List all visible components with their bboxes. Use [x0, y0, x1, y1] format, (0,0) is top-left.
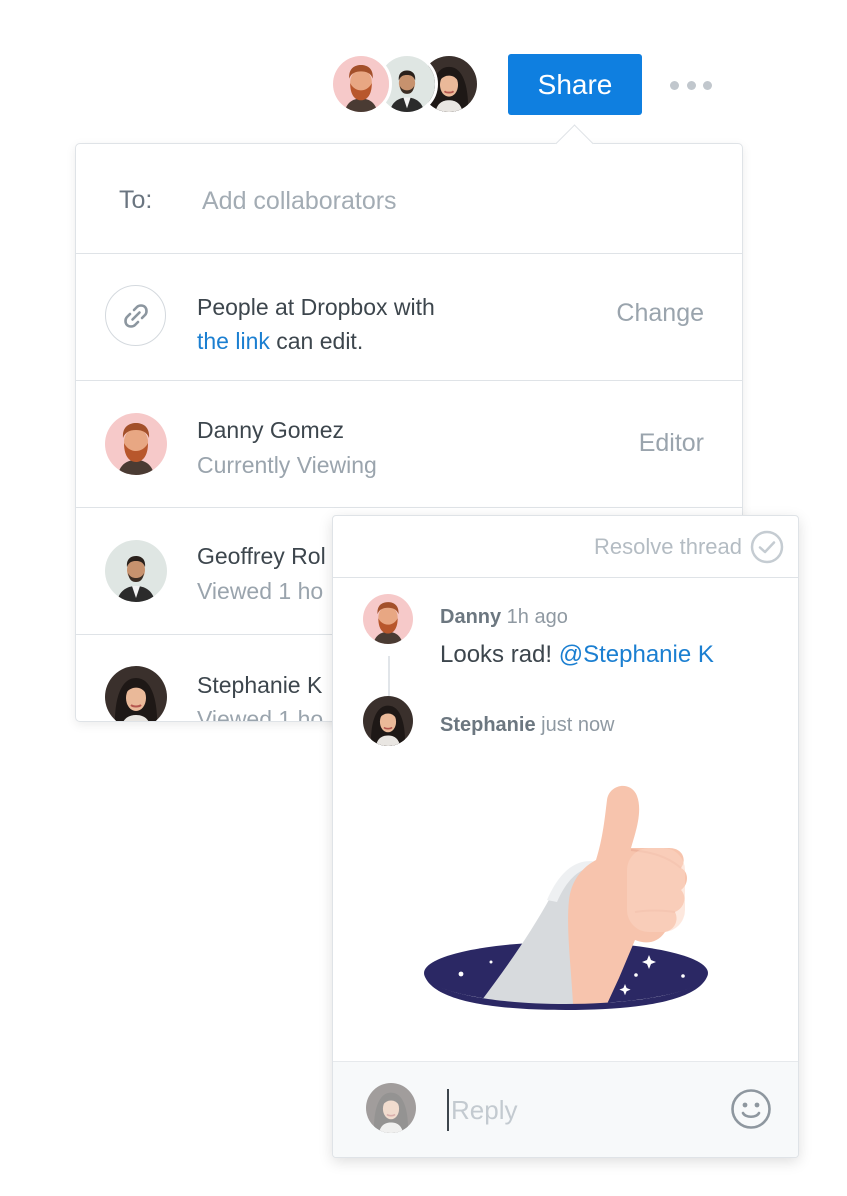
thread-connector [388, 656, 390, 696]
reply-bar [333, 1061, 798, 1157]
resolve-thread-label: Resolve thread [594, 534, 742, 559]
person-name: Danny Gomez [197, 417, 345, 443]
link-permission-row: People at Dropbox with the link can edit… [76, 254, 742, 381]
comment-body: Looks rad! [440, 641, 559, 668]
comment-time: just now [535, 714, 615, 736]
person-name: Stephanie K [197, 672, 323, 698]
link-permission-text: People at Dropbox with the link can edit… [197, 290, 435, 358]
person-row-danny: Danny Gomez Currently Viewing Editor [76, 381, 742, 508]
to-label: To: [119, 186, 153, 214]
collaborator-avatars[interactable] [330, 53, 480, 115]
smiley-icon[interactable] [730, 1088, 772, 1130]
comment-text: Looks rad! @Stephanie K [440, 641, 714, 669]
role-dropdown[interactable]: Editor [639, 429, 704, 458]
danny-avatar[interactable] [330, 53, 392, 115]
avatar [363, 696, 413, 746]
comment-thread-panel: Resolve thread Danny 1h ago Looks rad! @… [332, 515, 799, 1158]
person-status: Currently Viewing [197, 452, 377, 478]
avatar [105, 540, 167, 602]
resolve-thread-button[interactable]: Resolve thread [594, 530, 784, 564]
more-horizontal-icon[interactable] [668, 70, 714, 100]
comment-author: Stephanie [440, 714, 536, 736]
avatar [366, 1083, 416, 1133]
comment-time: 1h ago [501, 606, 568, 628]
to-row: To: [76, 144, 742, 254]
link-text-before: People at Dropbox with [197, 294, 435, 320]
comment-meta: Stephanie just now [440, 714, 615, 737]
reply-input[interactable] [447, 1089, 713, 1131]
person-status: Viewed 1 ho [197, 706, 324, 722]
the-link[interactable]: the link [197, 328, 270, 354]
link-icon [105, 285, 166, 346]
avatar [363, 594, 413, 644]
comment-author: Danny [440, 606, 502, 628]
link-text-after: can edit. [269, 328, 364, 354]
avatar [105, 666, 167, 722]
person-status: Viewed 1 ho [197, 578, 324, 604]
thumbs-up-illustration [424, 785, 708, 1010]
avatar [105, 413, 167, 475]
add-collaborators-input[interactable] [200, 180, 704, 222]
person-name: Geoffrey Rol [197, 543, 326, 569]
mention-link[interactable]: @Stephanie K [559, 641, 714, 668]
check-circle-icon [750, 530, 784, 564]
comment-header: Resolve thread [333, 516, 798, 578]
comment-meta: Danny 1h ago [440, 606, 568, 629]
change-button[interactable]: Change [616, 299, 704, 328]
share-button[interactable]: Share [508, 54, 642, 115]
